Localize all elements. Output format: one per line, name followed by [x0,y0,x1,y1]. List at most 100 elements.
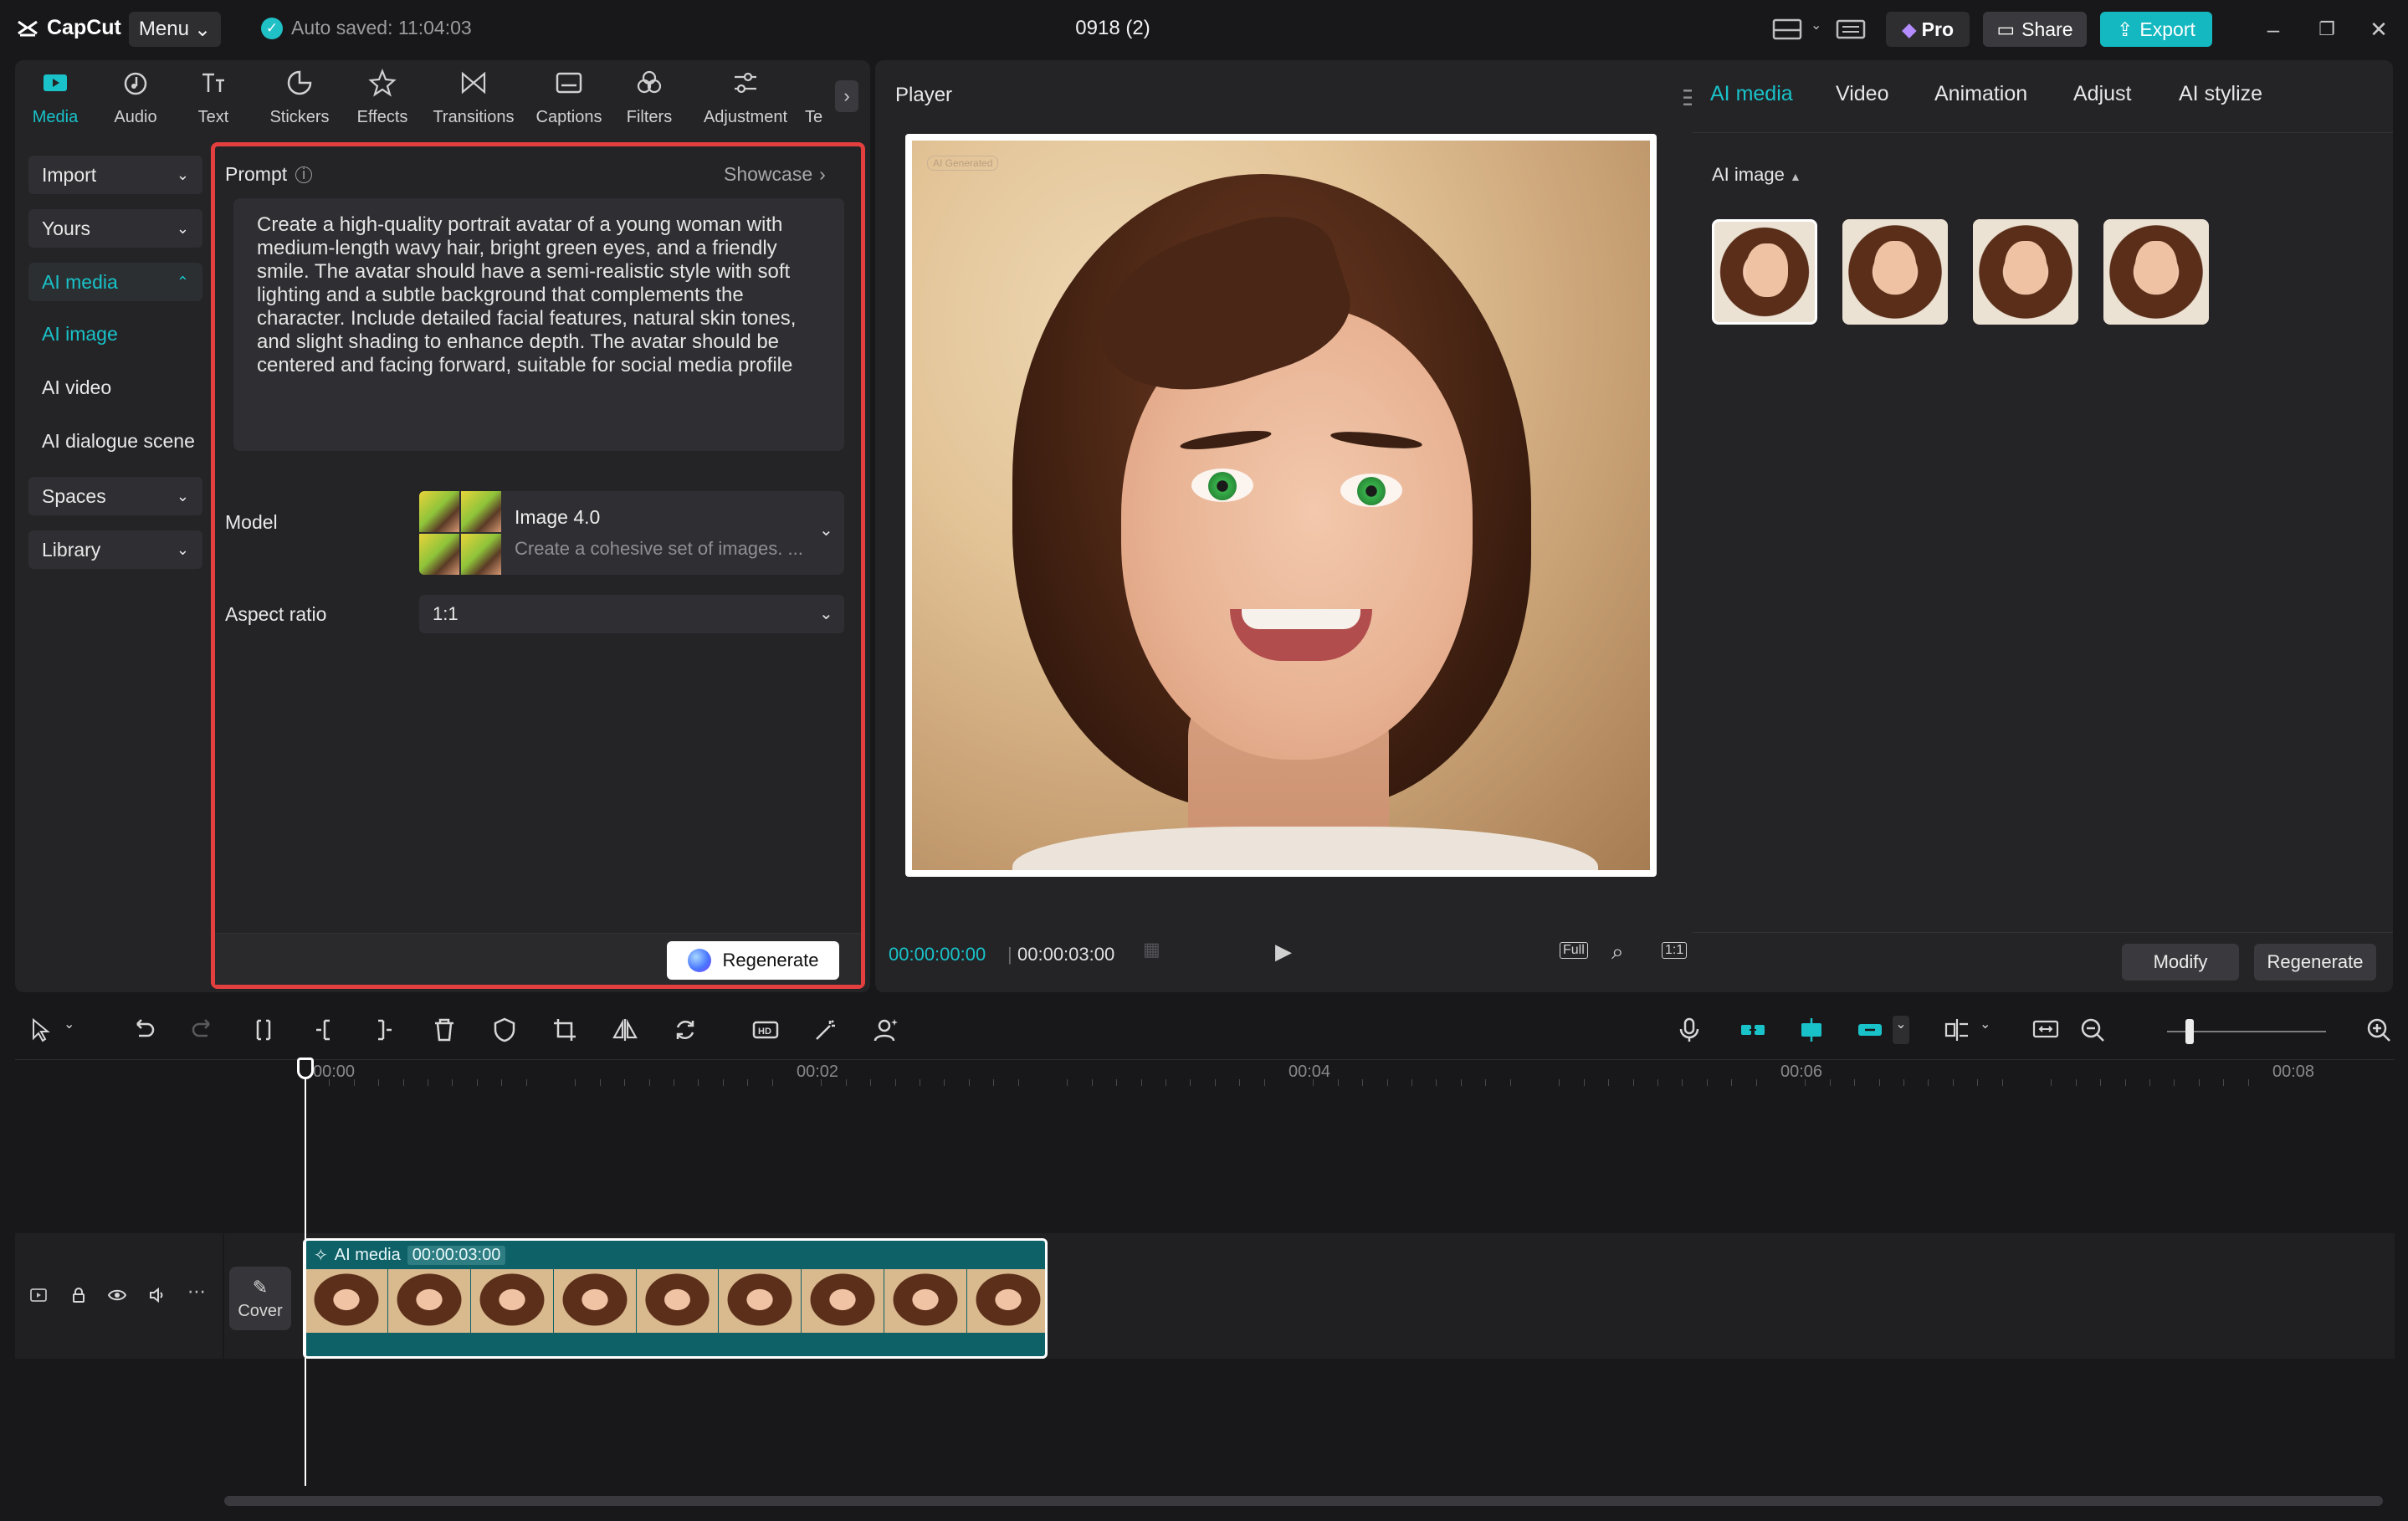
sidebar-item-ai-image[interactable]: AI image [42,323,118,346]
prompt-textarea[interactable]: Create a high-quality portrait avatar of… [233,198,844,451]
trim-right-icon[interactable] [370,1016,398,1044]
keyboard-icon[interactable] [1836,17,1866,42]
link-clips-icon[interactable] [1739,1016,1767,1044]
tab-effects[interactable]: Effects [353,69,412,127]
playhead-handle[interactable] [297,1058,314,1079]
sidebar-item-library[interactable]: Library ⌄ [28,530,202,569]
tab-template[interactable]: Te [805,69,827,127]
crop-icon[interactable] [551,1016,579,1044]
tab-adjust[interactable]: Adjust [2073,82,2131,106]
layout-icon[interactable] [1772,17,1802,42]
tab-media[interactable]: Media [30,69,80,127]
ruler-tick [1854,1079,1856,1086]
tab-captions[interactable]: Captions [532,69,606,127]
speaker-icon[interactable] [147,1285,167,1305]
share-button[interactable]: ▭ Share [1983,12,2087,47]
generated-image-thumbnail[interactable] [1842,219,1948,325]
playhead-line[interactable] [305,1061,306,1486]
delete-icon[interactable] [430,1016,459,1044]
sidebar-item-ai-media[interactable]: AI media ⌃ [28,263,202,301]
ai-media-clip[interactable]: ✧ AI media 00:00:03:00 [303,1238,1048,1359]
info-icon[interactable]: i [295,166,313,183]
minimize-icon[interactable]: – [2259,15,2288,44]
lock-icon[interactable] [69,1285,89,1305]
timeline-ruler[interactable] [15,1059,2395,1088]
asset-toolbar: Media Audio Text Stickers Effects Transi… [15,60,870,132]
microphone-icon[interactable] [1675,1016,1704,1044]
trim-left-icon[interactable] [310,1016,338,1044]
zoom-fit-icon[interactable]: ⌕ [1611,939,1624,965]
auto-link-icon[interactable] [1856,1016,1884,1044]
tab-adjustment[interactable]: Adjustment [699,69,792,127]
shield-marker-icon[interactable] [490,1016,519,1044]
chevron-down-icon[interactable]: ⌄ [1893,1016,1909,1044]
tab-ai-stylize[interactable]: AI stylize [2179,82,2262,106]
redo-icon[interactable] [189,1016,218,1044]
tab-ai-media[interactable]: AI media [1710,82,1793,106]
ruler-tick [1214,1079,1216,1086]
sidebar-item-ai-dialogue-scene[interactable]: AI dialogue scene [42,430,195,453]
layout-chevron-icon[interactable]: ⌄ [1811,17,1827,42]
sidebar-item-spaces[interactable]: Spaces ⌄ [28,477,202,515]
ai-image-section-toggle[interactable]: AI image ▲ [1712,164,1801,186]
restore-icon[interactable]: ❐ [2313,15,2341,44]
mirror-icon[interactable] [611,1016,639,1044]
thumbnail-face [2005,241,2047,294]
title-bar: CapCut Menu ⌄ ✓ Auto saved: 11:04:03 091… [0,0,2408,59]
tab-transitions[interactable]: Transitions [430,69,517,127]
generated-image-thumbnail[interactable] [1973,219,2078,325]
zoom-in-icon[interactable] [2364,1016,2393,1044]
select-cursor-icon[interactable] [27,1016,55,1044]
menu-button[interactable]: Menu ⌄ [129,12,221,47]
ruler-tick [501,1079,503,1086]
zoom-slider-handle[interactable] [2185,1019,2194,1044]
ai-person-icon[interactable] [872,1016,900,1044]
sidebar-item-ai-video[interactable]: AI video [42,376,111,399]
cover-button[interactable]: ✎ Cover [229,1267,291,1330]
toolbar-scroll-right-button[interactable]: › [835,80,858,112]
split-icon[interactable] [249,1016,278,1044]
regenerate-image-button[interactable]: Regenerate [2254,944,2376,981]
full-quality-button[interactable]: Full [1560,942,1588,959]
snap-icon[interactable] [1797,1016,1826,1044]
close-icon[interactable]: ✕ [2364,15,2393,44]
preview-canvas[interactable]: AI Generated [905,134,1657,877]
generated-image-thumbnail[interactable] [1712,219,1817,325]
ratio-button[interactable]: 1:1 [1662,942,1688,959]
hd-icon[interactable]: HD [751,1016,780,1044]
aspect-ratio-select[interactable]: 1:1 ⌄ [419,595,844,633]
tab-stickers[interactable]: Stickers [266,69,333,127]
showcase-link[interactable]: Showcase › [724,163,826,186]
pro-button[interactable]: ◆ Pro [1886,12,1970,47]
export-button[interactable]: ⇪ Export [2100,12,2212,47]
preview-axis-icon[interactable] [1943,1016,1971,1044]
rotate-icon[interactable] [671,1016,699,1044]
chevron-down-icon[interactable]: ⌄ [64,1016,80,1044]
tab-filters[interactable]: Filters [622,69,676,127]
import-button[interactable]: Import ⌄ [28,156,202,194]
project-title[interactable]: 0918 (2) [1046,17,1180,40]
tab-video[interactable]: Video [1836,82,1889,106]
app-logo: CapCut [15,15,121,40]
chevron-down-icon[interactable]: ⌄ [1980,1016,1996,1044]
magic-wand-icon[interactable] [812,1016,840,1044]
eye-icon[interactable] [107,1285,127,1305]
tab-audio[interactable]: Audio [110,69,161,127]
undo-icon[interactable] [129,1016,157,1044]
thumbnail-face [1746,243,1788,297]
modify-button[interactable]: Modify [2122,944,2239,981]
ruler-tick [1657,1079,1658,1086]
tab-animation[interactable]: Animation [1934,82,2027,106]
tab-text[interactable]: Text [192,69,234,127]
sidebar-item-yours[interactable]: Yours ⌄ [28,209,202,248]
fit-timeline-icon[interactable] [2031,1016,2060,1044]
play-icon[interactable]: ▶ [1275,939,1292,965]
regenerate-button[interactable]: Regenerate [667,941,839,980]
model-select[interactable]: Image 4.0 Create a cohesive set of image… [419,491,844,575]
main-track-icon[interactable] [28,1285,49,1305]
zoom-out-icon[interactable] [2078,1016,2107,1044]
timeline-horizontal-scrollbar[interactable] [224,1496,2383,1506]
generated-image-thumbnail[interactable] [2103,219,2209,325]
more-options-icon[interactable]: ⋯ [187,1283,207,1305]
waveform-icon[interactable]: ▦ [1143,939,1160,960]
